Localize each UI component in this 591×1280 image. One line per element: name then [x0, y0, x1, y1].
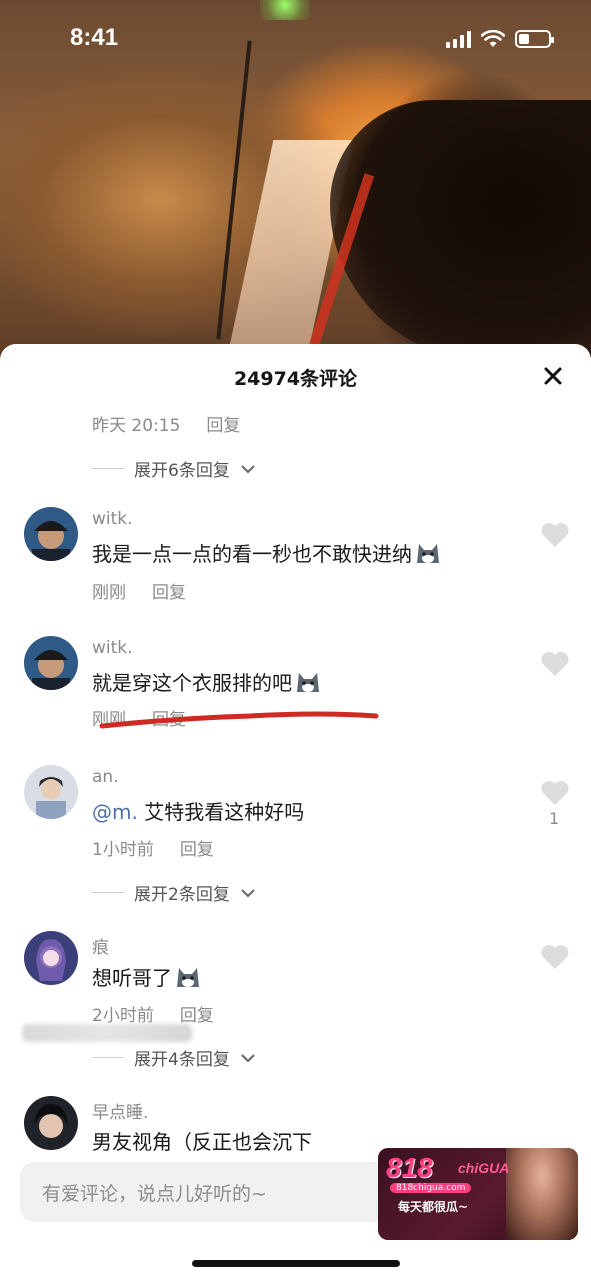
- comment-meta: 刚刚 回复: [92, 578, 186, 603]
- husky-emoji-icon: [417, 544, 439, 563]
- mention-link[interactable]: @m.: [92, 800, 138, 824]
- reply-button[interactable]: 回复: [206, 411, 240, 436]
- comment-meta: 1小时前 回复: [92, 835, 214, 860]
- reply-button[interactable]: 回复: [180, 1001, 214, 1026]
- expand-replies-label[interactable]: 展开2条回复: [134, 880, 230, 905]
- divider-dash: [92, 892, 124, 893]
- status-bar: 8:41: [0, 18, 591, 62]
- comment-text: @m. 艾特我看这种好吗: [92, 800, 305, 824]
- watermark-portrait: [506, 1148, 578, 1240]
- watermark-brand: 818: [386, 1152, 433, 1183]
- video-light-glow: [260, 0, 310, 20]
- expand-replies[interactable]: 展开2条回复: [92, 880, 256, 905]
- home-indicator: [192, 1260, 400, 1267]
- comment-username[interactable]: an.: [92, 767, 119, 787]
- expand-replies-label[interactable]: 展开6条回复: [134, 456, 230, 481]
- divider-dash: [92, 468, 124, 469]
- comment-text: 我是一点一点的看一秒也不敢快进纳: [92, 538, 442, 567]
- heart-icon[interactable]: [540, 779, 570, 807]
- wifi-icon: [481, 30, 505, 47]
- reply-button[interactable]: 回复: [152, 578, 186, 603]
- close-icon[interactable]: [537, 360, 569, 392]
- comment-time: 刚刚: [92, 583, 126, 603]
- expand-replies-label[interactable]: 展开4条回复: [134, 1045, 230, 1070]
- watermark-logo: 818 chiGUA 818chigua.com 每天都很瓜~: [378, 1148, 578, 1240]
- husky-emoji-icon: [177, 968, 199, 987]
- like-count: 1: [549, 809, 560, 828]
- comment-username[interactable]: witk.: [92, 509, 133, 529]
- avatar[interactable]: [24, 765, 78, 819]
- comment-count-title: 24974条评论: [233, 368, 358, 390]
- comment-input-placeholder: 有爱评论，说点儿好听的~: [42, 1183, 267, 1205]
- avatar[interactable]: [24, 931, 78, 985]
- comment-time: 2小时前: [92, 1006, 154, 1026]
- comment-text: 男友视角（反正也会沉下: [92, 1130, 312, 1154]
- comment-meta: 昨天 20:15 回复: [92, 411, 240, 436]
- comment-time: 昨天 20:15: [92, 416, 181, 436]
- heart-icon[interactable]: [540, 521, 570, 549]
- comment-username[interactable]: 早点睡.: [92, 1098, 148, 1123]
- sheet-header: 24974条评论: [0, 344, 591, 408]
- watermark-slogan: 每天都很瓜~: [398, 1200, 469, 1214]
- expand-replies[interactable]: 展开6条回复: [92, 456, 256, 481]
- watermark-site: 818chigua.com: [390, 1183, 472, 1193]
- comment-time: 1小时前: [92, 840, 154, 860]
- expand-replies[interactable]: 展开4条回复: [92, 1045, 256, 1070]
- reply-button[interactable]: 回复: [180, 835, 214, 860]
- chevron-down-icon: [241, 888, 255, 897]
- comment-username[interactable]: 痕: [92, 933, 109, 958]
- chevron-down-icon: [241, 1053, 255, 1062]
- heart-icon[interactable]: [540, 650, 570, 678]
- comment-text: 想听哥了: [92, 962, 202, 991]
- divider-dash: [92, 1057, 124, 1058]
- video-person-hair: [330, 100, 591, 360]
- heart-icon[interactable]: [540, 943, 570, 971]
- comment-text: 就是穿这个衣服排的吧: [92, 667, 322, 696]
- red-annotation-underline: [100, 711, 379, 729]
- status-time: 8:41: [70, 24, 119, 51]
- avatar[interactable]: [24, 1096, 78, 1150]
- blurred-text: [22, 1024, 192, 1042]
- signal-icon: [446, 30, 471, 48]
- comment-username[interactable]: witk.: [92, 638, 133, 658]
- chevron-down-icon: [241, 464, 255, 473]
- comment-meta: 2小时前 回复: [92, 1001, 214, 1026]
- watermark-brand-suffix: chiGUA: [458, 1160, 510, 1176]
- status-icons: [446, 30, 554, 48]
- husky-emoji-icon: [297, 673, 319, 692]
- avatar[interactable]: [24, 507, 78, 561]
- battery-icon: [515, 30, 554, 48]
- avatar[interactable]: [24, 636, 78, 690]
